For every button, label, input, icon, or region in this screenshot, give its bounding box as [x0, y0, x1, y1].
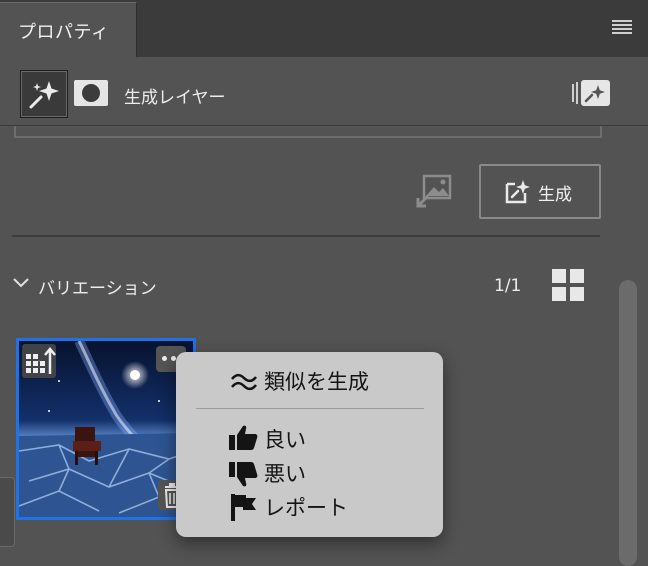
panel-menu-icon[interactable] [612, 20, 632, 36]
variations-count: 1/1 [494, 276, 522, 296]
layer-name: 生成レイヤー [124, 88, 226, 108]
reference-image-icon [416, 174, 452, 208]
variation-stack-icon[interactable] [572, 78, 612, 108]
generate-icon [505, 180, 530, 204]
reference-image-button[interactable] [416, 174, 452, 208]
menu-item-label: レポート [264, 496, 348, 520]
flag-icon [231, 494, 256, 521]
approx-icon [230, 373, 258, 391]
chevron-down-icon[interactable] [12, 276, 30, 290]
panel-edge-handle [0, 477, 15, 547]
generate-button-label: 生成 [538, 185, 572, 205]
menu-item-label: 悪い [264, 462, 306, 486]
grid-view-icon[interactable] [552, 269, 584, 301]
menu-item-label: 類似を生成 [264, 370, 369, 394]
menu-item-label: 良い [264, 428, 306, 452]
menu-item-report[interactable]: レポート [176, 490, 443, 522]
generative-layer-thumbnail[interactable] [20, 70, 68, 118]
section-divider [12, 235, 600, 237]
tab-properties[interactable]: プロパティ [0, 2, 137, 58]
thumbs-up-icon [229, 425, 258, 450]
menu-item-thumbs-up[interactable]: 良い [176, 422, 443, 454]
variation-context-menu: 類似を生成 良い 悪い レポート [176, 352, 443, 537]
scrollbar-thumb[interactable] [619, 280, 637, 566]
variations-title[interactable]: バリエーション [38, 274, 157, 299]
thumbs-down-icon [229, 462, 258, 487]
sparkle-icon [29, 81, 59, 109]
menu-item-generate-similar[interactable]: 類似を生成 [176, 364, 443, 396]
prompt-field-edge[interactable] [14, 126, 602, 138]
upscale-icon[interactable] [22, 344, 56, 378]
tab-properties-label: プロパティ [18, 22, 110, 43]
generate-button[interactable]: 生成 [479, 164, 601, 219]
menu-separator [196, 408, 424, 409]
layer-mask-thumbnail[interactable] [74, 80, 108, 106]
menu-item-thumbs-down[interactable]: 悪い [176, 456, 443, 488]
